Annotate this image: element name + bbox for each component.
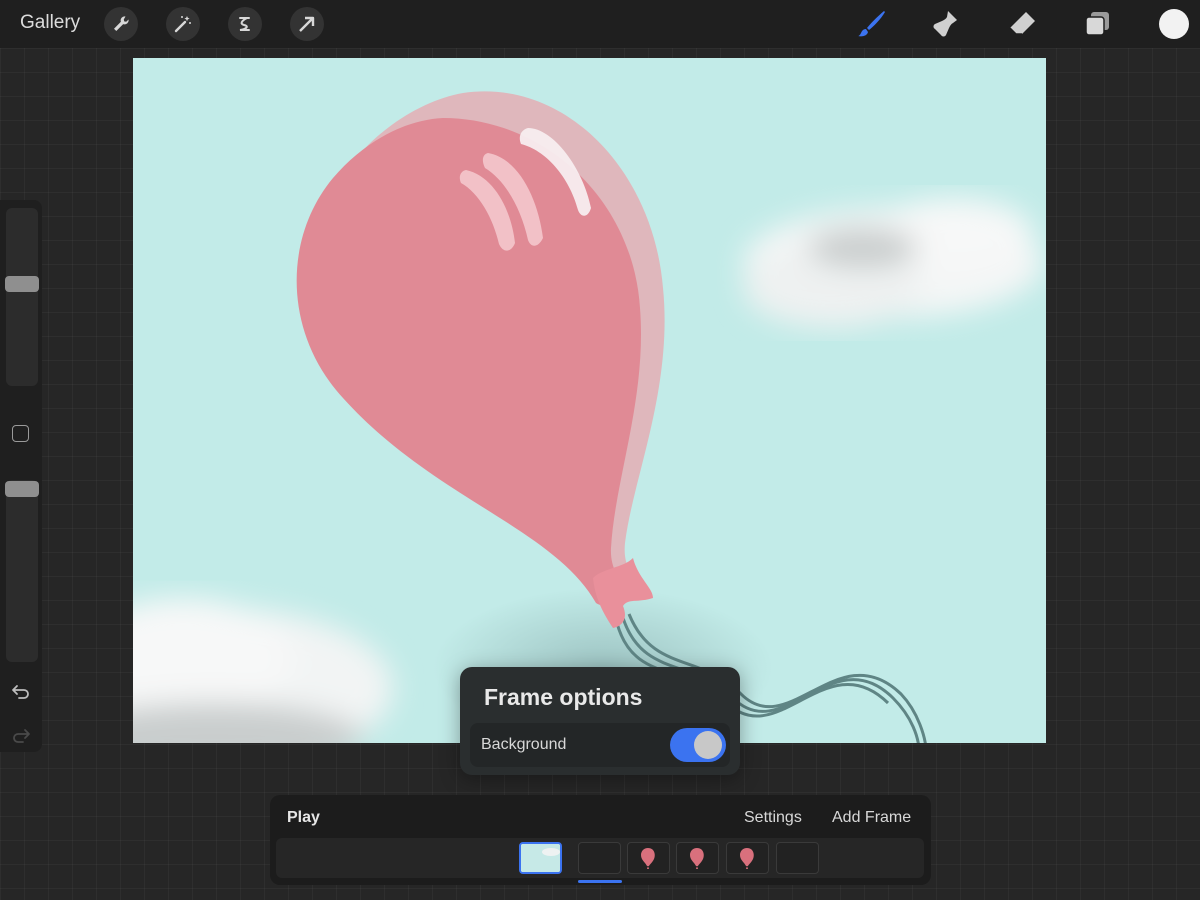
layers-icon	[1085, 12, 1109, 36]
animation-timeline: Play Settings Add Frame	[270, 795, 931, 885]
brush-size-slider[interactable]	[6, 208, 38, 386]
opacity-slider[interactable]	[6, 480, 38, 662]
brush-icon	[858, 11, 885, 37]
gallery-button[interactable]: Gallery	[20, 12, 80, 34]
selection-icon	[239, 17, 250, 31]
balloon-icon	[689, 848, 704, 869]
layers-button[interactable]	[1082, 8, 1114, 40]
frame-thumbnail[interactable]	[519, 842, 562, 874]
frame-strip	[276, 838, 924, 878]
balloon-body	[296, 118, 641, 606]
toggle-knob	[694, 731, 722, 759]
eraser-button[interactable]	[1006, 8, 1038, 40]
frame-thumbnail[interactable]	[676, 842, 719, 874]
color-picker-button[interactable]	[1159, 9, 1189, 39]
transform-button[interactable]	[290, 7, 324, 41]
top-toolbar: Gallery	[0, 0, 1200, 48]
cloud-bottom-left	[133, 598, 393, 743]
background-toggle[interactable]	[670, 728, 726, 762]
add-frame-button[interactable]: Add Frame	[832, 809, 911, 827]
frame-thumbnail[interactable]	[578, 842, 621, 874]
frame-thumbnail[interactable]	[776, 842, 819, 874]
frame-thumbnail[interactable]	[627, 842, 670, 874]
popup-title: Frame options	[484, 684, 643, 710]
background-option-row: Background	[470, 723, 730, 767]
frame-thumbnail[interactable]	[726, 842, 769, 874]
actions-button[interactable]	[104, 7, 138, 41]
frame-options-popup: Frame options Background	[460, 667, 740, 775]
settings-button[interactable]: Settings	[744, 809, 802, 827]
modify-button[interactable]	[12, 425, 29, 442]
opacity-thumb[interactable]	[5, 481, 39, 497]
adjustments-button[interactable]	[166, 7, 200, 41]
brush-button[interactable]	[856, 8, 888, 40]
balloon-icon	[640, 848, 655, 869]
drawing-canvas[interactable]	[133, 58, 1046, 743]
cloud-top-right	[743, 198, 1043, 328]
wrench-icon	[114, 16, 129, 31]
selection-button[interactable]	[228, 7, 262, 41]
left-sidebar	[0, 200, 42, 752]
balloon-icon	[739, 848, 754, 869]
background-frame-preview	[521, 844, 560, 872]
smudge-icon	[933, 11, 957, 37]
undo-icon[interactable]	[10, 680, 32, 702]
balloon-artwork	[133, 91, 1043, 743]
smudge-button[interactable]	[930, 8, 962, 40]
redo-icon[interactable]	[10, 724, 32, 746]
magic-wand-icon	[174, 16, 191, 33]
background-label: Background	[481, 736, 567, 753]
play-button[interactable]: Play	[287, 809, 320, 827]
brush-size-thumb[interactable]	[5, 276, 39, 292]
current-frame-indicator	[578, 880, 622, 883]
transform-arrow-icon	[299, 16, 315, 32]
eraser-icon	[1009, 12, 1035, 35]
